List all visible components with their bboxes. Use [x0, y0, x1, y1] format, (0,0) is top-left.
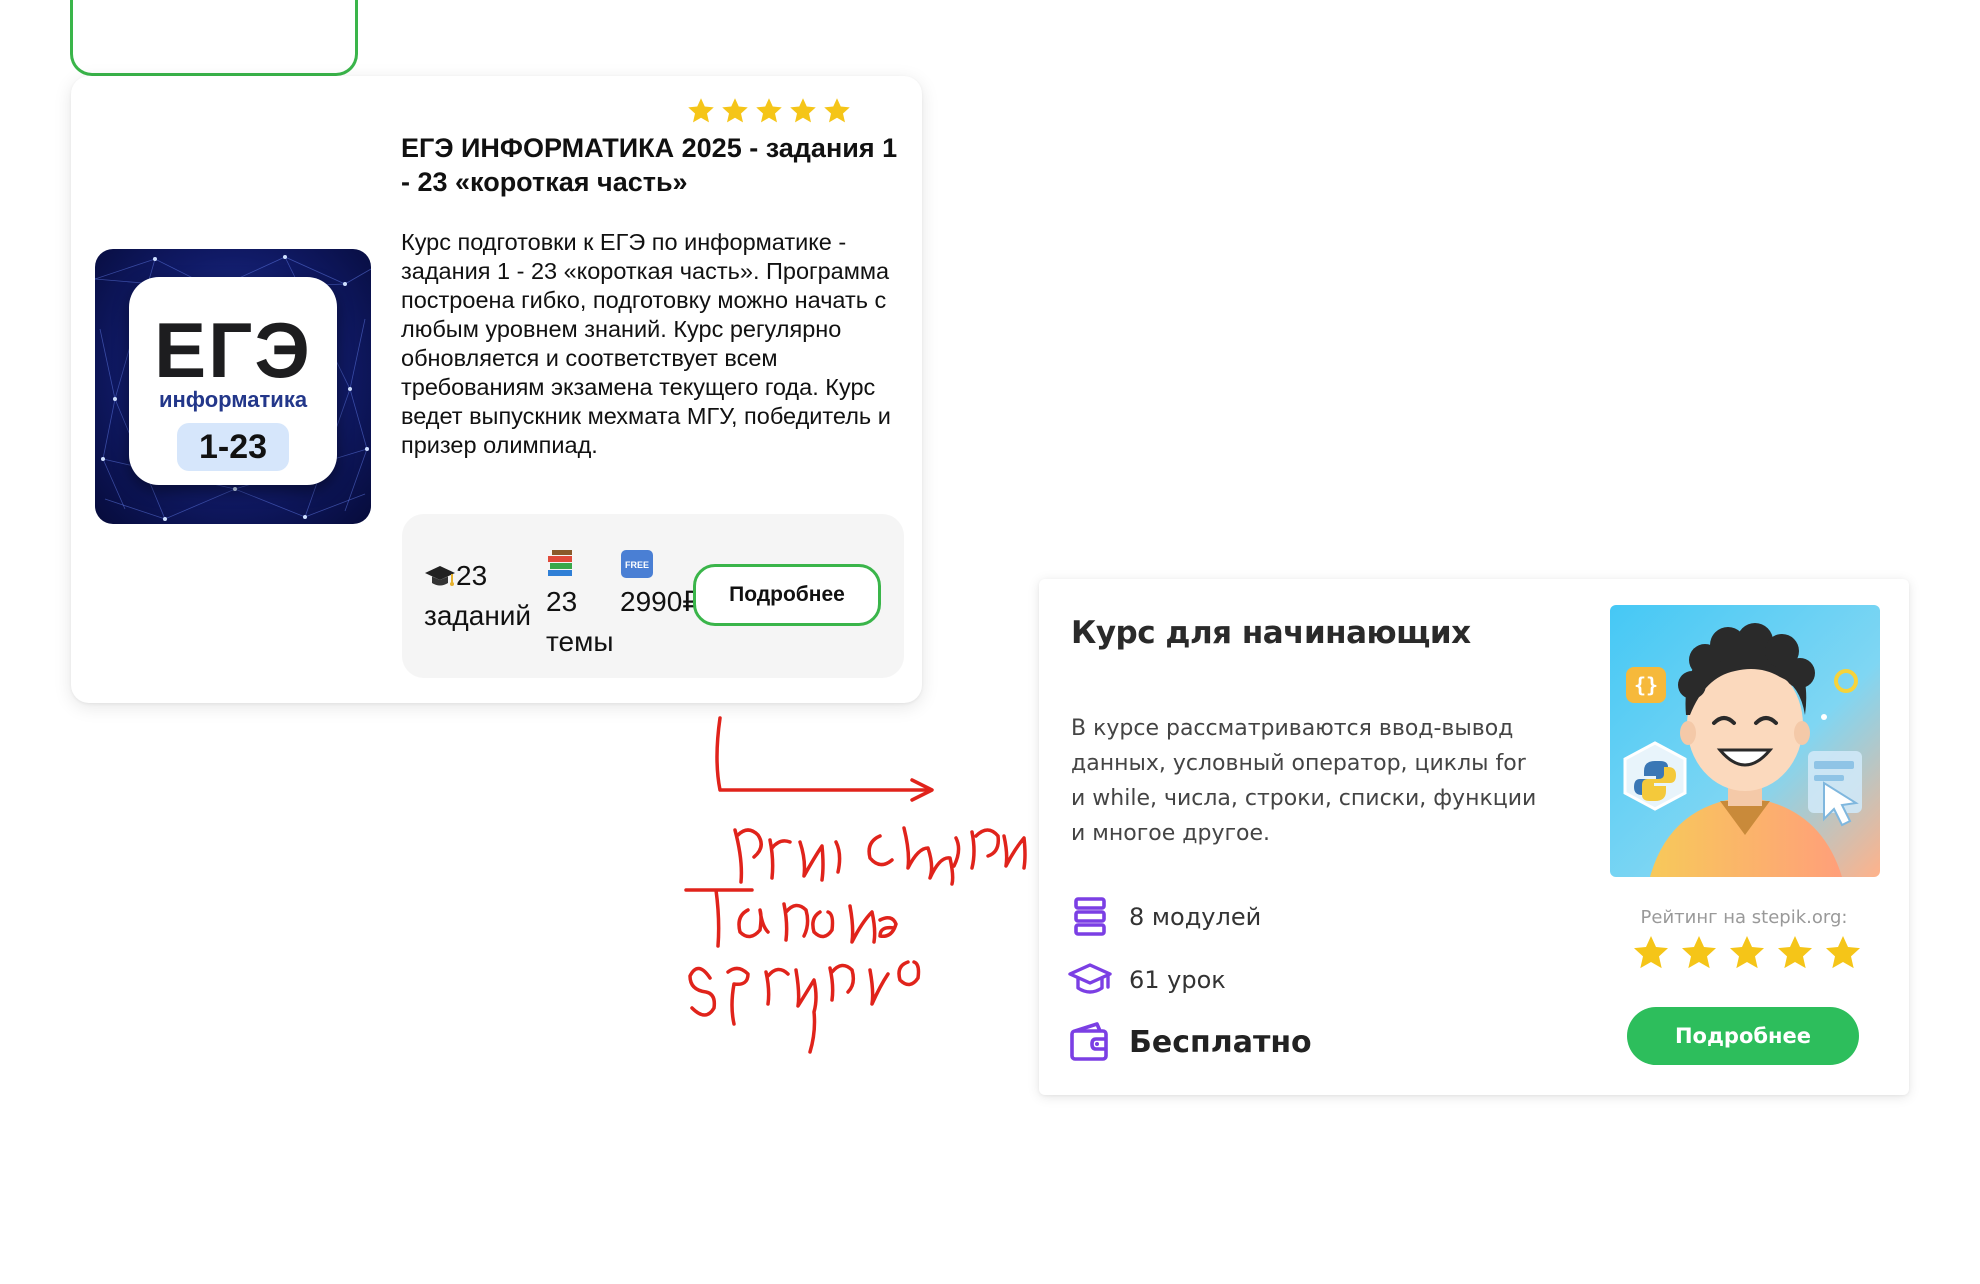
cover-badge: 1-23 — [177, 423, 289, 471]
wallet-icon — [1070, 1022, 1108, 1061]
star-icon — [824, 98, 850, 123]
course-illustration: {} — [1610, 605, 1880, 877]
course-card-beginners: Курс для начинающих В курсе рассматриваю… — [1039, 579, 1909, 1095]
star-icon — [1826, 936, 1860, 969]
course-card-ege: ЕГЭ ИНФОРМАТИКА 2025 - задания 1 - 23 «к… — [71, 76, 922, 703]
star-icon — [722, 98, 748, 123]
svg-text:FREE: FREE — [625, 560, 649, 570]
star-icon — [790, 98, 816, 123]
course-description: Курс подготовки к ЕГЭ по информатике - з… — [401, 229, 891, 458]
course-cover-image: ЕГЭ информатика 1-23 — [95, 249, 371, 524]
rating-label: Рейтинг на stepik.org: — [1640, 907, 1848, 928]
star-icon — [1730, 936, 1764, 969]
star-icon — [1682, 936, 1716, 969]
stat-price-text: 2990₽ — [620, 586, 701, 617]
feature-modules-text: 8 модулей — [1129, 903, 1262, 931]
details-button[interactable]: Подробнее — [1627, 1007, 1859, 1065]
course-info-box: 23 заданий 23 темы FREE 2990₽ Подробнее — [402, 514, 904, 678]
star-icon — [688, 98, 714, 123]
stat-tasks: 23 заданий — [424, 556, 554, 636]
svg-text:{}: {} — [1634, 673, 1658, 697]
tab-fragment[interactable] — [70, 0, 358, 76]
feature-modules: 8 модулей — [1067, 894, 1261, 940]
details-button[interactable]: Подробнее — [693, 564, 881, 626]
feature-price-text: Бесплатно — [1129, 1024, 1312, 1060]
star-icon — [756, 98, 782, 123]
stat-topics-text: 23 темы — [546, 586, 614, 657]
feature-lessons-text: 61 урок — [1129, 966, 1226, 994]
stack-icon — [1074, 897, 1106, 936]
books-icon — [548, 549, 572, 576]
graduation-cap-icon — [425, 565, 455, 586]
star-icon — [1778, 936, 1812, 969]
feature-lessons: 61 урок — [1067, 957, 1226, 1003]
course-title: Курс для начинающих — [1071, 615, 1471, 651]
rating-stars — [686, 96, 852, 126]
feature-price: Бесплатно — [1067, 1019, 1312, 1065]
graduation-cap-icon — [1068, 963, 1112, 994]
star-icon — [1634, 936, 1668, 969]
stat-topics: 23 темы — [546, 542, 626, 662]
course-title: ЕГЭ ИНФОРМАТИКА 2025 - задания 1 - 23 «к… — [401, 133, 898, 197]
cover-subheading: информатика — [158, 387, 308, 412]
course-description: В курсе рассматриваются ввод-вывод данны… — [1071, 716, 1537, 846]
free-badge-icon: FREE — [621, 549, 653, 578]
cover-tile: ЕГЭ информатика 1-23 — [129, 277, 337, 485]
rating-stars — [1631, 933, 1863, 973]
student-avatar-illustration: {} — [1610, 605, 1880, 877]
cover-heading: ЕГЭ — [154, 306, 312, 394]
